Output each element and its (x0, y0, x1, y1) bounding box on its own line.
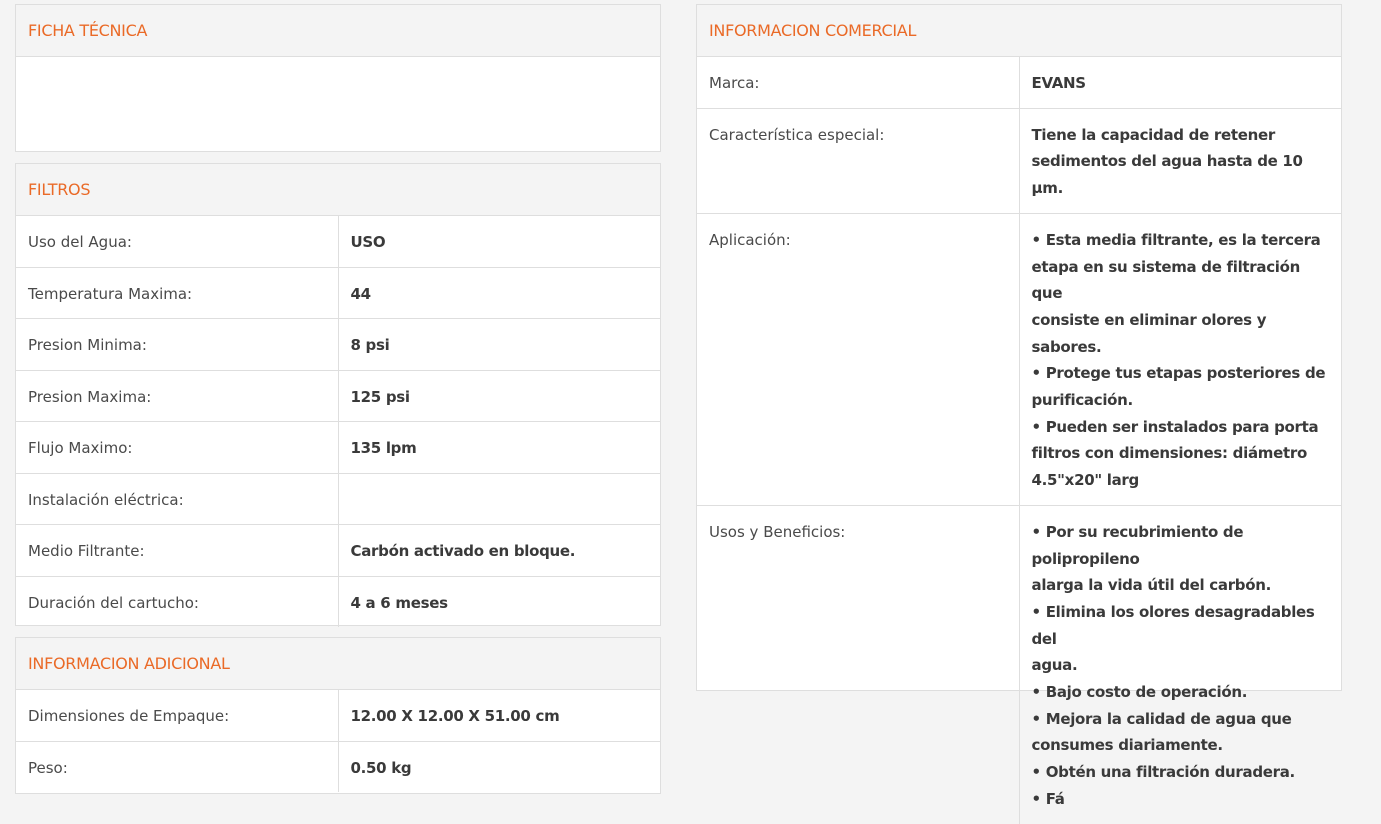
spec-label: Usos y Beneficios: (697, 504, 1020, 824)
value-line: Tiene la capacidad de retener (1031, 125, 1276, 144)
value-line: agua. (1031, 656, 1078, 675)
spec-value: 125 psi (338, 369, 660, 422)
filtros-panel: FILTROS Uso del Agua: USO Temperatura Ma… (15, 163, 661, 627)
spec-value: 135 lpm (338, 421, 660, 473)
spec-value: USO (350, 233, 386, 251)
ficha-tecnica-header: FICHA TÉCNICA (16, 5, 660, 57)
value-line: consiste en eliminar olores y sabores. (1031, 310, 1267, 356)
ficha-tecnica-title: FICHA TÉCNICA (28, 21, 148, 40)
spec-label: Presion Maxima: (16, 369, 339, 422)
value-line: purificación. (1031, 391, 1134, 410)
value-line: • Pueden ser instalados para porta (1031, 417, 1319, 436)
informacion-comercial-table: Marca: EVANS Característica especial: Ti… (697, 57, 1341, 824)
value-line: sedimentos del agua hasta de 10 μm. (1031, 152, 1304, 198)
spec-label: Temperatura Maxima: (16, 266, 339, 319)
informacion-adicional-title: INFORMACION ADICIONAL (28, 654, 230, 673)
table-row: Duración del cartucho: 4 a 6 meses (16, 575, 660, 627)
table-row: Usos y Beneficios: • Por su recubrimient… (697, 504, 1341, 824)
value-line: • Obtén una filtración duradera. (1031, 763, 1296, 782)
value-line: • Bajo costo de operación. (1031, 683, 1248, 702)
spec-value: 44 (338, 266, 660, 319)
value-line: • Por su recubrimiento de polipropileno (1031, 522, 1244, 568)
value-line: • Protege tus etapas posteriores de (1031, 364, 1326, 383)
spec-value: 12.00 X 12.00 X 51.00 cm (350, 707, 560, 725)
spec-value: Tiene la capacidad de retener sedimentos… (1019, 107, 1341, 214)
spec-label: Flujo Maximo: (16, 421, 339, 473)
value-line: • Mejora la calidad de agua que (1031, 709, 1292, 728)
value-line: • Esta media filtrante, es la tercera (1031, 230, 1321, 249)
value-line: etapa en su sistema de filtración que (1031, 257, 1301, 303)
table-row: Dimensiones de Empaque: 12.00 X 12.00 X … (16, 690, 660, 741)
spec-value: • Por su recubrimiento de polipropileno … (1019, 504, 1341, 824)
table-row: Uso del Agua: USO (16, 216, 660, 267)
spec-label: Dimensiones de Empaque: (16, 690, 339, 741)
filtros-title: FILTROS (28, 180, 91, 199)
value-line: filtros con dimensiones: diámetro (1031, 444, 1308, 463)
spec-value (338, 472, 660, 525)
informacion-comercial-panel: INFORMACION COMERCIAL Marca: EVANS Carac… (696, 4, 1342, 824)
table-row: Marca: EVANS (697, 57, 1341, 109)
ficha-tecnica-body (16, 57, 660, 151)
table-row: Peso: 0.50 kg (16, 740, 660, 792)
table-row: Medio Filtrante: Carbón activado en bloq… (16, 524, 660, 576)
filtros-table: Uso del Agua: USO Temperatura Maxima: 44… (16, 216, 660, 627)
spec-label: Instalación eléctrica: (16, 472, 339, 525)
spec-value: 4 a 6 meses (338, 575, 660, 627)
spec-value: EVANS (1019, 57, 1341, 108)
informacion-adicional-header: INFORMACION ADICIONAL (16, 638, 660, 690)
spec-label: Peso: (16, 740, 339, 792)
table-row: Presion Maxima: 125 psi (16, 369, 660, 422)
spec-value: • Esta media filtrante, es la tercera et… (1019, 212, 1341, 506)
spec-label: Presion Minima: (16, 318, 339, 370)
table-row: Temperatura Maxima: 44 (16, 266, 660, 319)
value-line: • Fá (1031, 789, 1065, 808)
value-line: • Elimina los olores desagradables del (1031, 602, 1315, 648)
value-line: EVANS (1031, 74, 1087, 92)
spec-label: Medio Filtrante: (16, 524, 339, 576)
informacion-adicional-table: Dimensiones de Empaque: 12.00 X 12.00 X … (16, 690, 660, 792)
spec-label: Uso del Agua: (16, 216, 339, 267)
spec-value: 0.50 kg (338, 740, 660, 792)
value-line: alarga la vida útil del carbón. (1031, 576, 1272, 595)
spec-value: 8 psi (338, 318, 660, 370)
table-row: Aplicación: • Esta media filtrante, es l… (697, 212, 1341, 506)
table-row: Presion Minima: 8 psi (16, 318, 660, 370)
spec-label: Característica especial: (697, 107, 1020, 214)
spec-value: Carbón activado en bloque. (338, 524, 660, 576)
spec-label: Marca: (697, 57, 1020, 109)
spec-label: Duración del cartucho: (16, 575, 339, 627)
informacion-comercial-header: INFORMACION COMERCIAL (697, 5, 1341, 57)
spec-label: Aplicación: (697, 212, 1020, 506)
table-row: Flujo Maximo: 135 lpm (16, 421, 660, 473)
table-row: Característica especial: Tiene la capaci… (697, 107, 1341, 214)
filtros-header: FILTROS (16, 164, 660, 216)
informacion-adicional-panel: INFORMACION ADICIONAL Dimensiones de Emp… (15, 637, 661, 794)
ficha-tecnica-panel: FICHA TÉCNICA (15, 4, 661, 152)
value-line: consumes diariamente. (1031, 736, 1224, 755)
value-line: 4.5"x20" larg (1031, 471, 1140, 490)
informacion-comercial-title: INFORMACION COMERCIAL (709, 21, 917, 40)
table-row: Instalación eléctrica: (16, 472, 660, 525)
